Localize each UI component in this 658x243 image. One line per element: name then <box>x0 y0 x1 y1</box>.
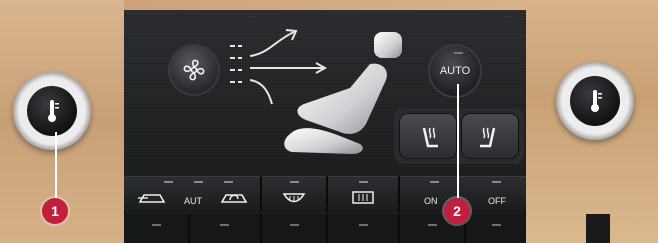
aut-label: AUT <box>184 196 202 206</box>
knob-face <box>570 76 620 126</box>
knob-face <box>27 86 77 136</box>
defrost-front-icon <box>282 193 306 203</box>
callout-1-number: 1 <box>51 203 59 219</box>
recirculation-icon <box>220 194 248 203</box>
callout-2-number: 2 <box>453 203 461 219</box>
off-label: OFF <box>488 196 506 206</box>
climate-control-panel: AUTO AUT ON OFF 1 2 <box>0 0 658 243</box>
defrost-rear-icon <box>352 191 374 204</box>
seat-heater-icon <box>422 127 438 148</box>
right-temperature-knob[interactable] <box>556 62 634 140</box>
lower-button[interactable] <box>190 214 262 243</box>
callout-2-line <box>457 84 459 198</box>
callout-1-line <box>55 132 57 198</box>
right-seat-heater-button[interactable] <box>462 114 518 158</box>
indicator-led <box>430 181 439 183</box>
adjacent-switch <box>586 214 610 243</box>
callout-2-marker: 2 <box>444 198 470 224</box>
fan-icon <box>183 59 205 81</box>
indicator-led <box>359 181 368 183</box>
lower-button[interactable] <box>124 214 190 243</box>
lower-button[interactable] <box>262 214 328 243</box>
on-label: ON <box>424 196 438 206</box>
front-defrost-button[interactable] <box>262 176 328 212</box>
indicator-led <box>164 181 173 183</box>
indicator-led <box>194 181 203 183</box>
thermometer-icon <box>591 90 602 112</box>
fresh-air-icon <box>138 194 166 203</box>
indicator-led <box>492 181 501 183</box>
left-seat-heater-button[interactable] <box>400 114 456 158</box>
callout-1-marker: 1 <box>42 198 68 224</box>
rear-defrost-button[interactable] <box>328 176 400 212</box>
lower-button[interactable] <box>328 214 400 243</box>
thermometer-icon <box>48 100 59 122</box>
recirculation-button[interactable]: AUT <box>124 176 262 212</box>
auto-label: AUTO <box>439 65 471 77</box>
lower-button[interactable] <box>466 214 526 243</box>
indicator-led <box>290 181 299 183</box>
indicator-led <box>224 181 233 183</box>
auto-indicator-led <box>454 52 463 54</box>
seat-heater-icon <box>480 127 496 148</box>
left-temperature-knob[interactable] <box>13 72 91 150</box>
fan-speed-button[interactable] <box>170 46 218 94</box>
